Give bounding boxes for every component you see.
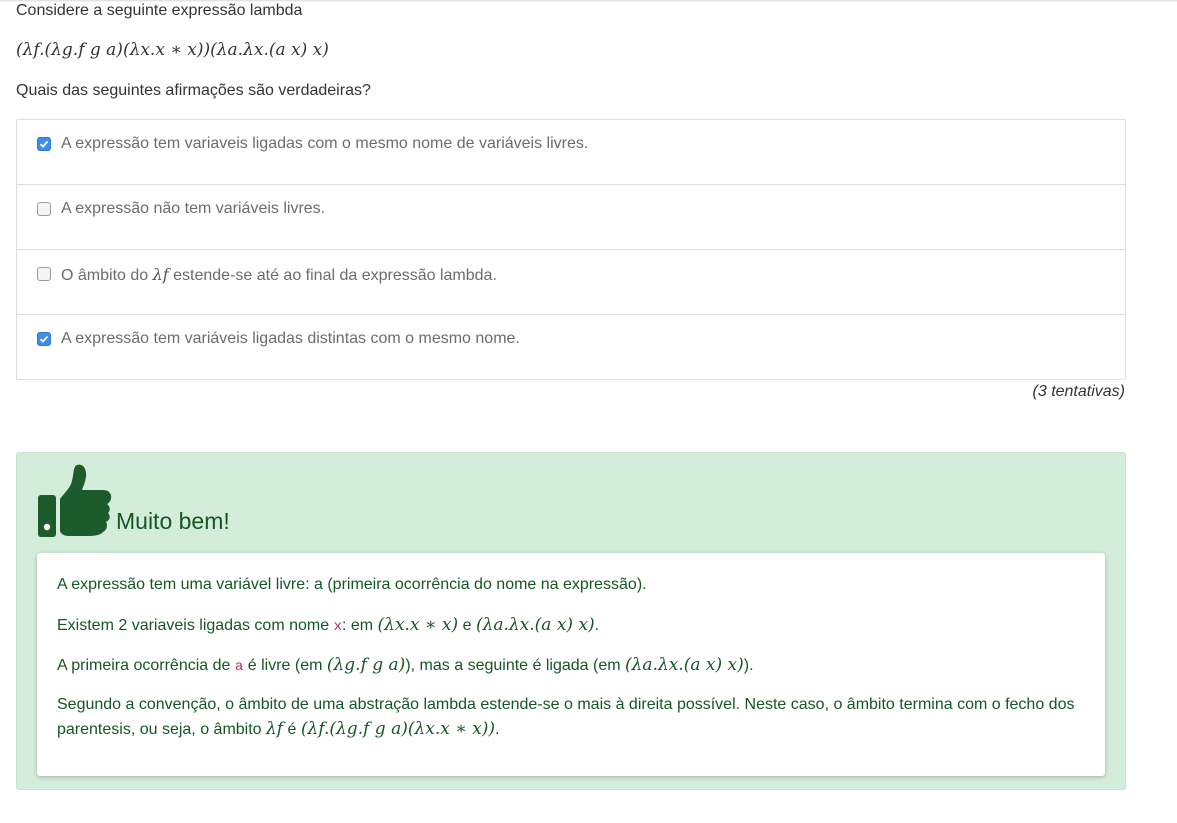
question-title: Considere a seguinte expressão lambda	[16, 2, 303, 19]
math-expression: (λa.λx.(a x) x)	[625, 655, 744, 675]
checkbox-checked[interactable]	[37, 137, 51, 151]
checkbox-checked[interactable]	[37, 332, 51, 346]
inline-code: a	[234, 659, 244, 675]
feedback-paragraph: A primeira ocorrência de a é livre (em (…	[57, 653, 1085, 679]
text: ), mas a seguinte é ligada (em	[405, 657, 621, 674]
option-label: O âmbito do λf estende-se até ao final d…	[61, 265, 497, 285]
text: A primeira ocorrência de	[57, 657, 231, 674]
feedback-title: Muito bem!	[116, 508, 230, 534]
inline-code: x	[333, 619, 342, 635]
text: .	[495, 721, 500, 738]
text: Segundo a convenção, o âmbito de uma abs…	[57, 696, 1075, 738]
math-expression: (λx.x ∗ x)	[377, 615, 459, 635]
checkbox-unchecked[interactable]	[37, 267, 51, 281]
feedback-card: A expressão tem uma variável livre: a (p…	[37, 553, 1105, 776]
lambda-expression: (λf.(λg.f g a)(λx.x ∗ x))(λa.λx.(a x) x)	[16, 40, 329, 60]
thumbs-up-icon	[38, 464, 112, 537]
option-4[interactable]: A expressão tem variáveis ligadas distin…	[17, 315, 1125, 379]
question-prompt: Quais das seguintes afirmações são verda…	[16, 82, 371, 99]
text: é livre (em	[247, 657, 323, 674]
math-expression: (λa.λx.(a x) x)	[475, 615, 595, 635]
text: : em	[341, 617, 374, 634]
math-expression: (λg.f g a)	[326, 655, 406, 675]
option-math: λf	[152, 265, 169, 284]
option-1[interactable]: A expressão tem variaveis ligadas com o …	[17, 120, 1125, 185]
text: .	[594, 617, 600, 634]
option-3[interactable]: O âmbito do λf estende-se até ao final d…	[17, 250, 1125, 315]
option-label: A expressão não tem variáveis livres.	[61, 200, 326, 217]
math-expression: (λf.(λg.f g a)(λx.x ∗ x))	[300, 719, 496, 739]
feedback-paragraph: A expressão tem uma variável livre: a (p…	[57, 576, 647, 593]
feedback-paragraph: Segundo a convenção, o âmbito de uma abs…	[57, 693, 1085, 742]
text: Existem 2 variaveis ligadas com nome	[57, 617, 330, 634]
option-2[interactable]: A expressão não tem variáveis livres.	[17, 185, 1125, 250]
option-text-after: estende-se até ao final da expressão lam…	[173, 267, 497, 284]
option-label: A expressão tem variáveis ligadas distin…	[61, 330, 520, 347]
text: e	[462, 617, 472, 634]
feedback-paragraph: Existem 2 variaveis ligadas com nome x: …	[57, 613, 1085, 639]
text: é	[287, 721, 297, 738]
option-label: A expressão tem variaveis ligadas com o …	[61, 135, 589, 152]
text: ).	[743, 657, 754, 674]
options-list: A expressão tem variaveis ligadas com o …	[16, 119, 1126, 380]
option-text-before: O âmbito do	[61, 267, 149, 284]
checkbox-unchecked[interactable]	[37, 202, 51, 216]
feedback-panel: Muito bem! A expressão tem uma variável …	[16, 452, 1126, 790]
attempts-count: (3 tentativas)	[1032, 383, 1125, 400]
math-expression: λf	[266, 719, 284, 739]
